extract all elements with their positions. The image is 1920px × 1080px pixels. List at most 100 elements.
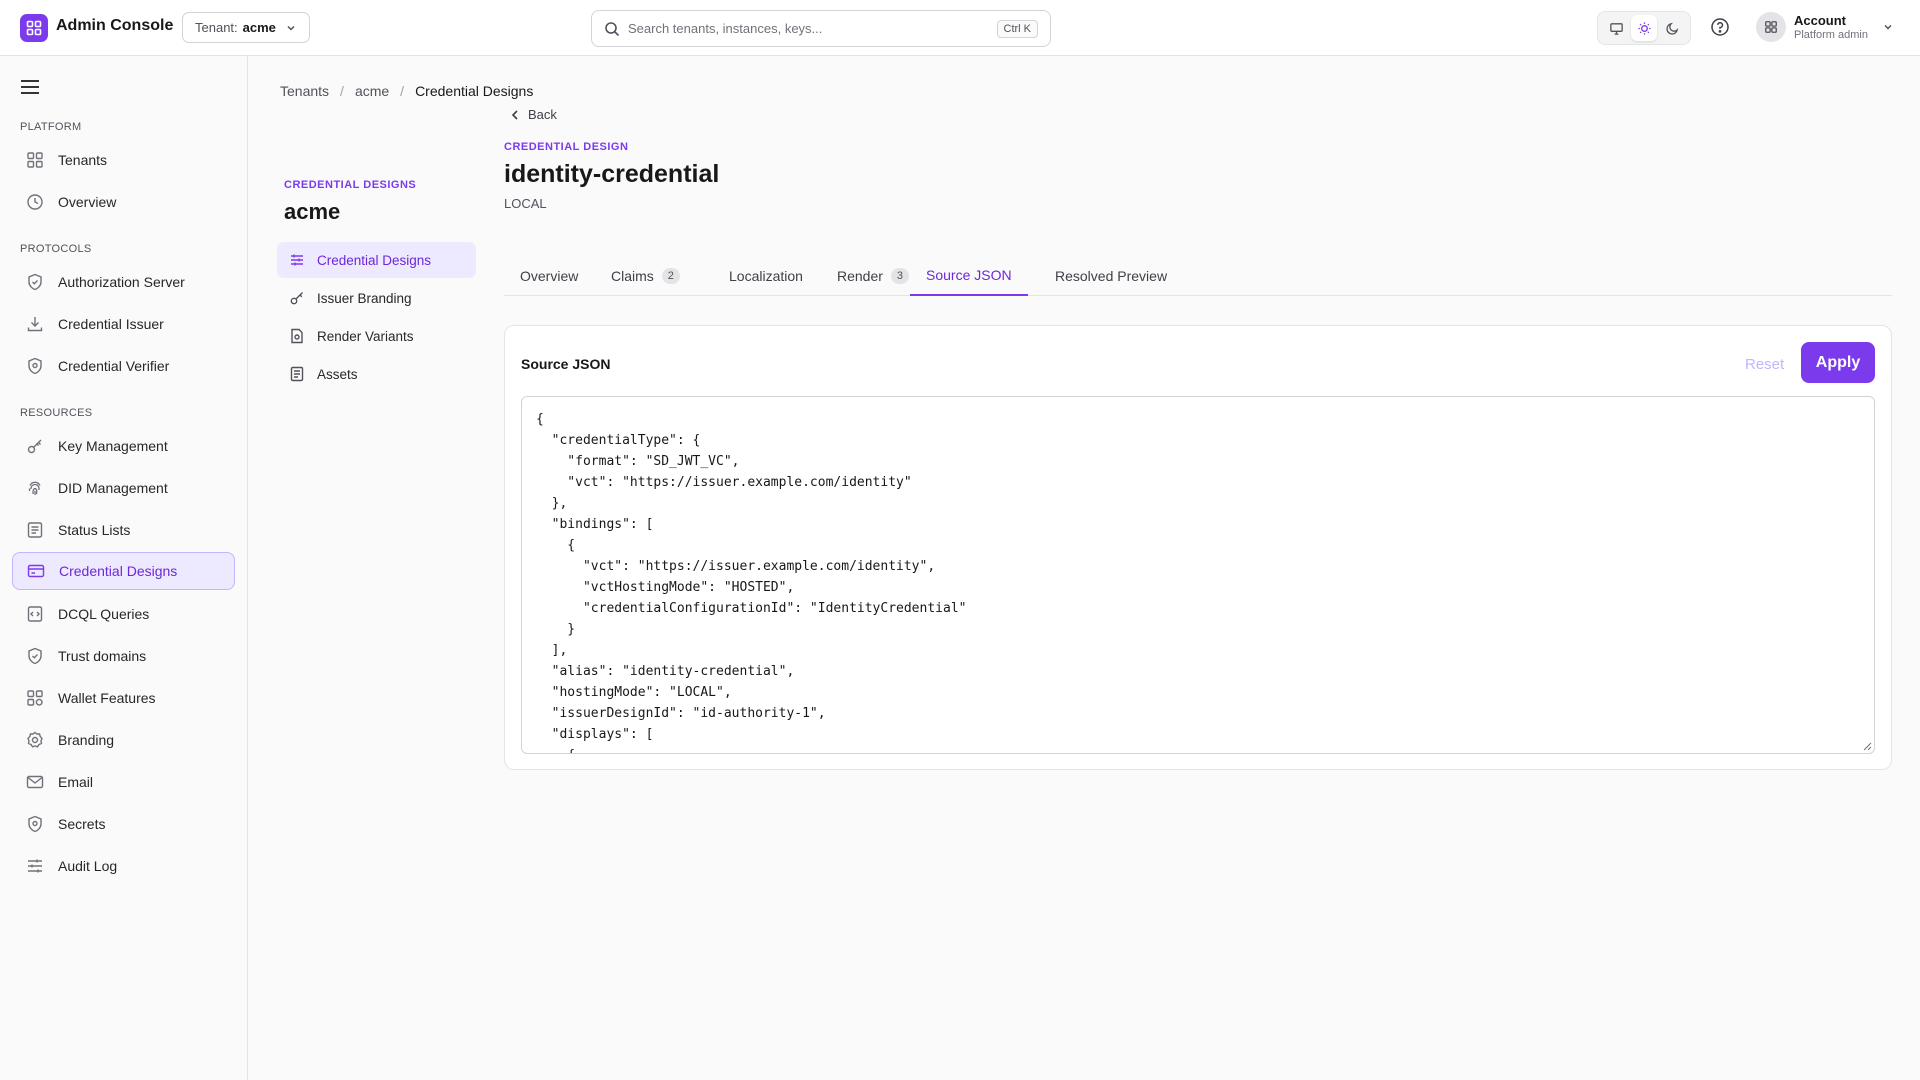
sidebar-item-branding[interactable]: Branding — [12, 721, 235, 759]
nav-section-resources: RESOURCES — [20, 407, 93, 419]
resize-handle-icon[interactable] — [1862, 741, 1872, 751]
card-icon — [27, 562, 45, 580]
sidebar-item-overview[interactable]: Overview — [12, 183, 235, 221]
sidebar-item-label: DID Management — [58, 480, 168, 496]
sidebar-item-wallet-features[interactable]: Wallet Features — [12, 679, 235, 717]
sidebar-item-label: Overview — [58, 194, 117, 210]
grid-icon — [26, 151, 44, 169]
subnav-item-label: Credential Designs — [317, 252, 432, 268]
page-title: identity-credential — [504, 160, 720, 188]
breadcrumb: Tenants / acme / Credential Designs — [280, 83, 533, 99]
app-logo-icon[interactable] — [20, 14, 48, 42]
subnav-item-render-variants[interactable]: Render Variants — [277, 318, 476, 354]
shield-icon — [26, 815, 44, 833]
sun-icon[interactable] — [1631, 15, 1657, 41]
account-name: Account — [1794, 13, 1846, 28]
sidebar-item-audit-log[interactable]: Audit Log — [12, 847, 235, 885]
search-input[interactable] — [628, 21, 997, 36]
top-bar: Admin Console Tenant: acme Ctrl K — [0, 0, 1920, 56]
sidebar-item-label: Key Management — [58, 438, 168, 454]
tab-overview[interactable]: Overview — [504, 256, 594, 296]
card-title: Source JSON — [521, 356, 611, 372]
tab-label: Render — [837, 268, 883, 284]
sidebar-item-authorization-server[interactable]: Authorization Server — [12, 263, 235, 301]
page-subtitle: LOCAL — [504, 196, 547, 211]
subnav-item-credential-designs[interactable]: Credential Designs — [277, 242, 476, 278]
shield-icon — [26, 647, 44, 665]
account-menu[interactable]: Account Platform admin — [1756, 12, 1894, 42]
help-icon[interactable] — [1710, 17, 1730, 37]
tenant-selector[interactable]: Tenant: acme — [182, 12, 310, 43]
moon-icon[interactable] — [1659, 15, 1685, 41]
sliders-icon — [289, 252, 305, 268]
sidebar-item-label: Wallet Features — [58, 690, 156, 706]
subnav-item-label: Render Variants — [317, 328, 414, 344]
list-icon — [289, 366, 305, 382]
list-icon — [26, 521, 44, 539]
mail-icon — [26, 773, 44, 791]
json-editor-content[interactable]: { "credentialType": { "format": "SD_JWT_… — [522, 397, 1874, 753]
sidebar-item-label: Trust domains — [58, 648, 147, 664]
tab-resolved-preview[interactable]: Resolved Preview — [1039, 256, 1183, 296]
monitor-icon[interactable] — [1603, 15, 1629, 41]
tenant-value: acme — [242, 20, 276, 35]
breadcrumb-separator: / — [400, 83, 405, 99]
sidebar-item-label: Credential Issuer — [58, 316, 164, 332]
search-shortcut: Ctrl K — [996, 19, 1038, 38]
breadcrumb-acme[interactable]: acme — [355, 83, 389, 99]
app-title: Admin Console — [56, 17, 174, 34]
account-role: Platform admin — [1794, 29, 1868, 41]
breadcrumb-tenants[interactable]: Tenants — [280, 83, 329, 99]
subnav-item-issuer-branding[interactable]: Issuer Branding — [277, 280, 476, 316]
tab-label: Localization — [729, 268, 803, 284]
search-icon — [604, 21, 620, 37]
sidebar-item-trust-domains[interactable]: Trust domains — [12, 637, 235, 675]
sidebar-item-dcql-queries[interactable]: DCQL Queries — [12, 595, 235, 633]
detail-eyebrow: CREDENTIAL DESIGN — [504, 141, 629, 153]
download-icon — [26, 315, 44, 333]
sidebar-item-secrets[interactable]: Secrets — [12, 805, 235, 843]
subnav-title: acme — [284, 199, 341, 224]
breadcrumb-separator: / — [340, 83, 344, 99]
clock-icon — [26, 193, 44, 211]
sidebar-item-label: Credential Verifier — [58, 358, 170, 374]
tab-source-json[interactable]: Source JSON — [910, 256, 1028, 296]
tab-localization[interactable]: Localization — [713, 256, 819, 296]
sidebar-item-status-lists[interactable]: Status Lists — [12, 511, 235, 549]
nav-section-protocols: PROTOCOLS — [20, 243, 92, 255]
tab-count-badge: 3 — [890, 268, 910, 284]
menu-icon[interactable] — [20, 78, 40, 96]
key-icon — [289, 290, 305, 306]
sidebar-item-tenants[interactable]: Tenants — [12, 141, 235, 179]
sidebar-item-label: Tenants — [58, 152, 108, 168]
sidebar-item-label: DCQL Queries — [58, 606, 150, 622]
sidebar-item-credential-issuer[interactable]: Credential Issuer — [12, 305, 235, 343]
sidebar-item-credential-verifier[interactable]: Credential Verifier — [12, 347, 235, 385]
apply-button[interactable]: Apply — [1801, 342, 1875, 383]
avatar — [1756, 12, 1786, 42]
reset-button[interactable]: Reset — [1725, 344, 1804, 384]
grid-icon — [26, 689, 44, 707]
tab-label: Source JSON — [926, 267, 1012, 283]
global-search[interactable]: Ctrl K — [591, 10, 1051, 47]
sidebar-item-email[interactable]: Email — [12, 763, 235, 801]
tab-count-badge: 2 — [661, 268, 680, 284]
sidebar-item-key-management[interactable]: Key Management — [12, 427, 235, 465]
sidebar-item-label: Status Lists — [58, 522, 131, 538]
theme-switcher — [1597, 11, 1691, 45]
sidebar-item-label: Secrets — [58, 816, 106, 832]
chevron-down-icon — [1882, 21, 1894, 33]
subnav-item-assets[interactable]: Assets — [277, 356, 476, 392]
tab-label: Overview — [520, 268, 579, 284]
file-icon — [289, 328, 305, 344]
source-json-card: Source JSON Reset Apply { "credentialTyp… — [504, 325, 1892, 770]
back-button[interactable]: Back — [510, 107, 557, 122]
tab-claims[interactable]: Claims 2 — [595, 256, 696, 296]
sidebar-item-label: Email — [58, 774, 94, 790]
json-editor[interactable]: { "credentialType": { "format": "SD_JWT_… — [521, 396, 1875, 754]
sidebar-item-credential-designs[interactable]: Credential Designs — [12, 552, 235, 590]
chevron-left-icon — [510, 109, 528, 121]
badge-icon — [26, 731, 44, 749]
sidebar-item-did-management[interactable]: DID Management — [12, 469, 235, 507]
fingerprint-icon — [26, 479, 44, 497]
